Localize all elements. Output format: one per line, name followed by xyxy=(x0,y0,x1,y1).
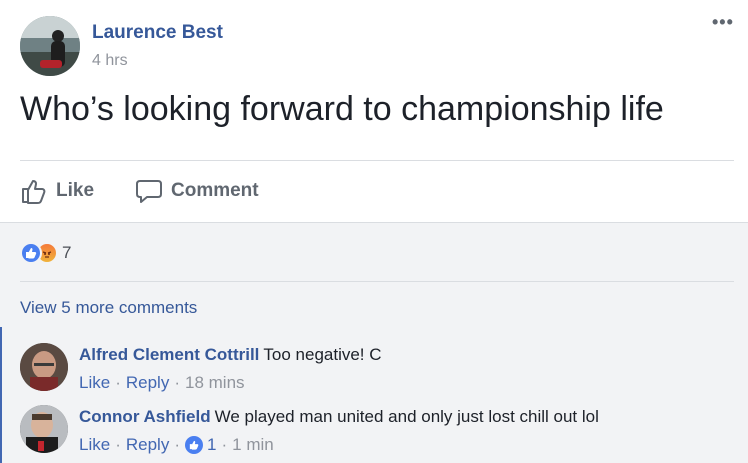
comment-button[interactable]: Comment xyxy=(135,176,259,206)
comments-section: 7 View 5 more comments Alfred Clement Co… xyxy=(0,222,748,463)
more-options-icon[interactable]: ••• xyxy=(712,12,734,33)
thumbs-up-icon xyxy=(22,180,46,204)
comment-actions: Like · Reply · 18 mins xyxy=(79,373,245,393)
like-label: Like xyxy=(56,180,95,201)
post-text: Who’s looking forward to championship li… xyxy=(20,90,664,128)
commenter-avatar[interactable] xyxy=(20,343,68,391)
commenter-avatar[interactable] xyxy=(20,405,68,453)
comment-like-link[interactable]: Like xyxy=(79,373,110,393)
separator: · xyxy=(174,373,180,392)
post-timestamp[interactable]: 4 hrs xyxy=(92,52,128,70)
view-more-comments-link[interactable]: View 5 more comments xyxy=(20,298,197,318)
comment-like-link[interactable]: Like xyxy=(79,435,110,455)
commenter-name[interactable]: Connor Ashfield xyxy=(79,407,211,426)
author-avatar[interactable] xyxy=(20,16,80,76)
comment-timestamp[interactable]: 18 mins xyxy=(185,373,245,393)
comment-label: Comment xyxy=(171,180,259,201)
comment-reply-link[interactable]: Reply xyxy=(126,435,169,455)
separator: · xyxy=(115,435,121,454)
separator: · xyxy=(115,373,121,392)
divider xyxy=(20,281,734,282)
post-header-section: Laurence Best 4 hrs ••• Who’s looking fo… xyxy=(0,0,748,222)
comment-bubble-icon xyxy=(136,180,162,203)
reactions-summary[interactable]: 7 xyxy=(20,241,71,265)
commenter-name[interactable]: Alfred Clement Cottrill xyxy=(79,345,259,364)
comment-body: Alfred Clement Cottrill Too negative! C xyxy=(79,345,382,365)
like-button[interactable]: Like xyxy=(20,176,94,206)
comment-reply-link[interactable]: Reply xyxy=(126,373,169,393)
comment-text: Too negative! C xyxy=(263,345,382,364)
separator: · xyxy=(174,435,180,454)
comment-actions: Like · Reply · 1 · 1 min xyxy=(79,435,274,455)
like-icon xyxy=(20,242,42,264)
divider xyxy=(20,160,734,161)
comment-like-count[interactable]: 1 xyxy=(207,435,216,455)
comment-text: We played man united and only just lost … xyxy=(214,407,599,426)
like-icon xyxy=(185,436,203,454)
comment-timestamp[interactable]: 1 min xyxy=(232,435,274,455)
separator: · xyxy=(221,435,228,454)
post-author-name[interactable]: Laurence Best xyxy=(92,22,223,44)
reaction-count: 7 xyxy=(62,243,72,262)
comment-body: Connor Ashfield We played man united and … xyxy=(79,407,599,427)
comment-thread-indicator xyxy=(0,327,2,463)
